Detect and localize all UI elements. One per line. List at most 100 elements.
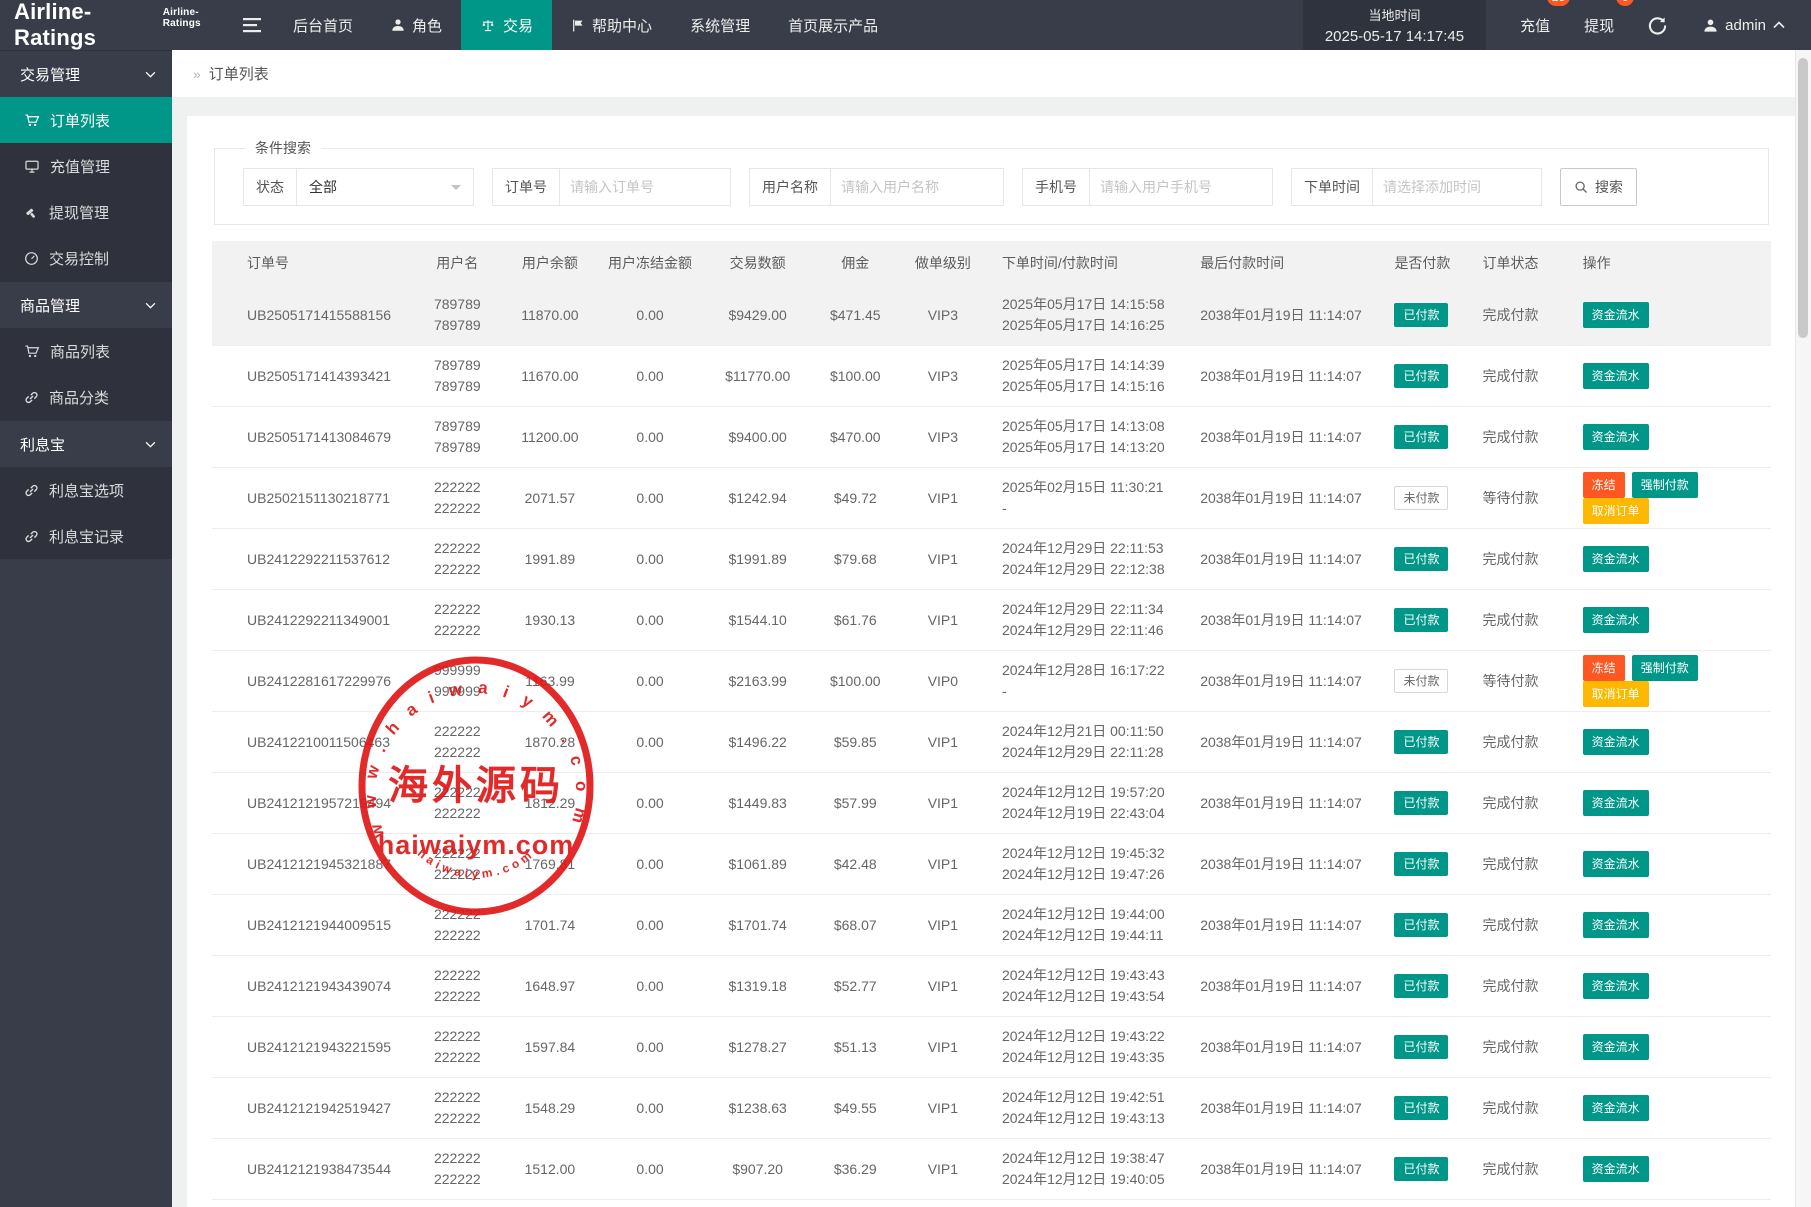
breadcrumb: » 订单列表: [172, 50, 1796, 97]
sidebar-item-10[interactable]: 利息宝记录: [0, 513, 172, 559]
phone-input[interactable]: [1090, 169, 1272, 205]
cell-username: 222222222222: [412, 1017, 502, 1078]
sidebar-group-5[interactable]: 商品管理: [0, 281, 172, 328]
phone-filter-group: 手机号: [1022, 168, 1273, 206]
cell-username: 222222222222: [412, 1139, 502, 1200]
nav-item-2[interactable]: 交易: [461, 0, 552, 50]
sidebar-item-1[interactable]: 订单列表: [0, 97, 172, 143]
nav-item-1[interactable]: 角色: [372, 0, 461, 50]
cancel-action-button[interactable]: 取消订单: [1583, 498, 1649, 524]
chevron-down-icon: [145, 302, 156, 309]
sidebar-group-8[interactable]: 利息宝: [0, 420, 172, 467]
cell-last-pay-time: 2038年01月19日 11:14:07: [1186, 590, 1382, 651]
sidebar-group-0[interactable]: 交易管理: [0, 50, 172, 97]
column-header-4: 交易数额: [703, 241, 813, 285]
cell-amount: $907.20: [703, 1139, 813, 1200]
cell-actions: 资金流水: [1571, 590, 1771, 651]
orders-table: 订单号用户名用户余额用户冻结金额交易数额佣金做单级别下单时间/付款时间最后付款时…: [212, 241, 1771, 1207]
table-row: UB24122922115376122222222222221991.890.0…: [212, 529, 1771, 590]
window-scrollbar[interactable]: [1795, 50, 1811, 1207]
cell-pay-status: 已付款: [1382, 895, 1470, 956]
cell-actions: 冻结强制付款取消订单: [1571, 468, 1771, 529]
order-no-input[interactable]: [560, 169, 730, 205]
sidebar-item-9[interactable]: 利息宝选项: [0, 467, 172, 513]
user-icon: [1703, 18, 1718, 33]
sidebar-item-3[interactable]: 提现管理: [0, 189, 172, 235]
flow-action-button[interactable]: 资金流水: [1583, 424, 1649, 450]
cell-order-id: UB2505171414393421: [212, 346, 412, 407]
flow-action-button[interactable]: 资金流水: [1583, 851, 1649, 877]
paid-badge: 已付款: [1394, 425, 1448, 449]
nav-item-3[interactable]: 帮助中心: [552, 0, 671, 50]
force-action-button[interactable]: 强制付款: [1632, 472, 1698, 498]
cell-order-id: UB2412121943439074: [212, 956, 412, 1017]
sidebar-item-7[interactable]: 商品分类: [0, 374, 172, 420]
cell-order-pay-time: 2025年05月17日 14:14:392025年05月17日 14:15:16: [988, 346, 1186, 407]
withdraw-count-badge: 0: [1616, 0, 1634, 6]
scrollbar-thumb[interactable]: [1798, 58, 1808, 338]
search-filters: 状态 全部 订单号 用户名称 手机号: [243, 168, 1740, 206]
flow-action-button[interactable]: 资金流水: [1583, 302, 1649, 328]
flow-action-button[interactable]: 资金流水: [1583, 363, 1649, 389]
cell-username: 789789789789: [412, 346, 502, 407]
table-row: UB24122816172299769999999999991163.990.0…: [212, 651, 1771, 712]
paid-badge: 已付款: [1394, 791, 1448, 815]
user-menu[interactable]: admin: [1703, 0, 1785, 50]
table-row: UB24121219432215952222222222221597.840.0…: [212, 1017, 1771, 1078]
cell-order-pay-time: 2025年05月17日 14:13:082025年05月17日 14:13:20: [988, 407, 1186, 468]
paid-badge: 已付款: [1394, 730, 1448, 754]
cell-commission: $79.68: [813, 529, 898, 590]
sidebar-item-label: 提现管理: [49, 202, 109, 223]
cell-username: 789789789789: [412, 285, 502, 346]
status-select[interactable]: 全部: [297, 169, 473, 205]
flow-action-button[interactable]: 资金流水: [1583, 546, 1649, 572]
sidebar-item-label: 订单列表: [50, 110, 110, 131]
order-time-input[interactable]: [1373, 169, 1541, 205]
flow-action-button[interactable]: 资金流水: [1583, 1156, 1649, 1182]
recharge-button[interactable]: 充值 23: [1520, 0, 1550, 50]
paid-badge: 已付款: [1394, 1096, 1448, 1120]
cell-amount: $1061.89: [703, 834, 813, 895]
cell-commission: $36.29: [813, 1139, 898, 1200]
cancel-action-button[interactable]: 取消订单: [1583, 681, 1649, 707]
cart-icon: [24, 344, 40, 359]
refresh-icon[interactable]: [1648, 0, 1667, 50]
cell-level: VIP1: [898, 712, 988, 773]
link-icon: [24, 390, 39, 405]
flow-action-button[interactable]: 资金流水: [1583, 973, 1649, 999]
flow-action-button[interactable]: 资金流水: [1583, 729, 1649, 755]
freeze-action-button[interactable]: 冻结: [1583, 472, 1625, 498]
local-time-label: 当地时间: [1368, 5, 1420, 24]
status-selected-value: 全部: [309, 177, 337, 197]
flow-action-button[interactable]: 资金流水: [1583, 1034, 1649, 1060]
freeze-action-button[interactable]: 冻结: [1583, 655, 1625, 681]
cell-balance: 11200.00: [502, 407, 597, 468]
flow-action-button[interactable]: 资金流水: [1583, 912, 1649, 938]
withdraw-button[interactable]: 提现 0: [1584, 0, 1614, 50]
flow-action-button[interactable]: 资金流水: [1583, 790, 1649, 816]
unpaid-badge: 未付款: [1394, 486, 1448, 510]
nav-item-0[interactable]: 后台首页: [274, 0, 372, 50]
user-icon: [391, 18, 405, 32]
flow-action-button[interactable]: 资金流水: [1583, 1095, 1649, 1121]
sidebar-item-2[interactable]: 充值管理: [0, 143, 172, 189]
cell-last-pay-time: 2038年01月19日 11:14:07: [1186, 285, 1382, 346]
hamburger-icon[interactable]: [230, 0, 274, 50]
cell-order-status: 完成付款: [1471, 590, 1571, 651]
nav-item-5[interactable]: 首页展示产品: [769, 0, 897, 50]
cell-amount: $1991.89: [703, 529, 813, 590]
sidebar-item-6[interactable]: 商品列表: [0, 328, 172, 374]
cell-level: VIP0: [898, 651, 988, 712]
nav-item-4[interactable]: 系统管理: [671, 0, 769, 50]
sidebar-item-4[interactable]: 交易控制: [0, 235, 172, 281]
user-name-input[interactable]: [831, 169, 1003, 205]
flow-action-button[interactable]: 资金流水: [1583, 607, 1649, 633]
search-button[interactable]: 搜索: [1560, 168, 1637, 206]
cell-order-pay-time: 2024年12月12日 19:38:472024年12月12日 19:40:05: [988, 1139, 1186, 1200]
order-no-label: 订单号: [493, 169, 560, 205]
unpaid-badge: 未付款: [1394, 669, 1448, 693]
force-action-button[interactable]: 强制付款: [1632, 655, 1698, 681]
nav-menu: 后台首页角色交易帮助中心系统管理首页展示产品: [274, 0, 897, 50]
table-row: UB24121219434390742222222222221648.970.0…: [212, 956, 1771, 1017]
cell-order-id: UB2412121957219494: [212, 773, 412, 834]
